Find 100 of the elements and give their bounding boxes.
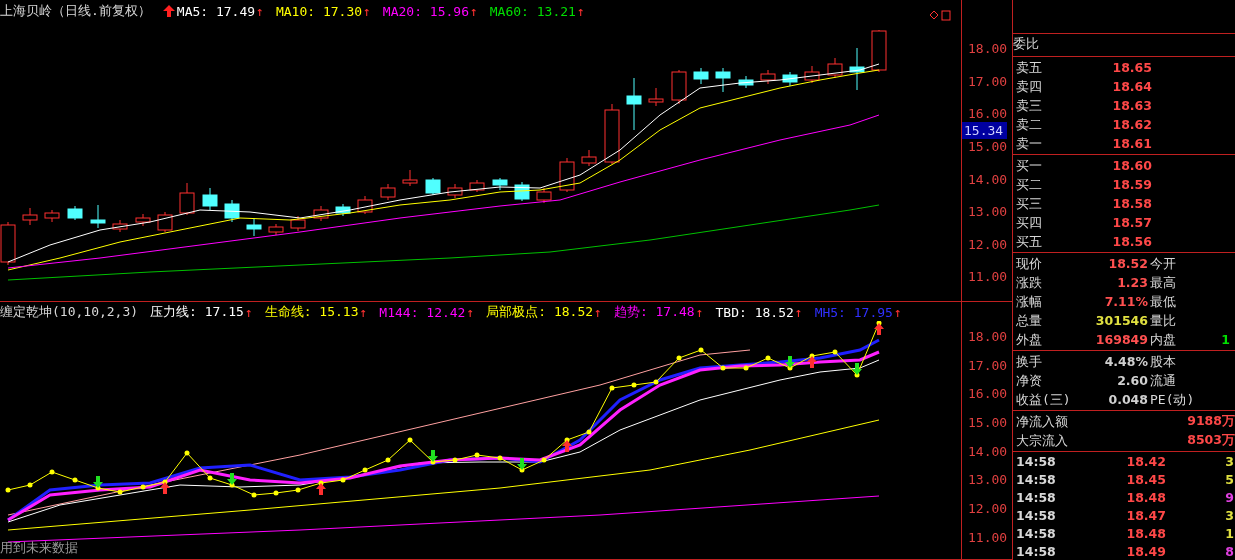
price-axis-label: 16.00	[968, 106, 1008, 122]
ask-price: 18.62	[1111, 117, 1152, 132]
signal-point	[140, 484, 146, 490]
moving-average-value: MA20: 15.96	[382, 3, 469, 19]
stat-value: 2.60	[1116, 373, 1148, 388]
signal-point	[251, 492, 257, 498]
down-arrow-icon	[517, 458, 527, 470]
stat-label: 净资	[1016, 371, 1043, 390]
diamond-icon[interactable]	[929, 10, 939, 20]
candle	[380, 183, 396, 201]
indicator-value: 趋势: 17.48	[613, 303, 695, 321]
price-axis-label: 14.00	[968, 171, 1008, 187]
down-arrow-icon	[852, 363, 862, 375]
candle	[715, 67, 731, 93]
trade-time: 14:58	[1016, 543, 1057, 559]
trade-price: 18.45	[1125, 471, 1166, 487]
signal-point	[117, 489, 123, 495]
indicator-axis-label: 11.00	[968, 529, 1008, 545]
trend-arrow: ↑	[466, 304, 475, 320]
ask-level-label: 卖二	[1016, 115, 1043, 134]
signal-point	[586, 429, 592, 435]
up-arrow-icon	[807, 356, 817, 368]
stat-value: 7.11%	[1103, 294, 1148, 309]
signal-point	[49, 469, 55, 475]
trend-arrow: ↑	[469, 3, 478, 19]
down-arrow-icon	[227, 473, 237, 485]
trade-time: 14:58	[1016, 471, 1057, 487]
indicator-value: 生命线: 15.13	[264, 303, 359, 321]
signal-point	[631, 382, 637, 388]
stat-value: 0.048	[1107, 392, 1148, 407]
candle	[604, 103, 620, 165]
chart-title: 上海贝岭（日线.前复权）	[0, 2, 151, 20]
fund-flow-value: 8503万	[1187, 432, 1235, 449]
candle	[157, 211, 173, 233]
trend-arrow: ↑	[256, 3, 264, 19]
trend-arrow: ↑	[359, 304, 368, 320]
indicator-axis-label: 13.00	[968, 472, 1008, 488]
order-ratio-label: 委比	[1013, 36, 1039, 52]
bid-level-label: 买五	[1016, 232, 1043, 251]
trade-price: 18.48	[1125, 525, 1166, 541]
trend-arrow: ↑	[594, 304, 602, 320]
indicator-value: 压力线: 17.15	[150, 303, 244, 321]
bid-price: 18.60	[1111, 158, 1152, 173]
stat-label: 现价	[1016, 254, 1043, 273]
up-arrow-icon	[162, 5, 175, 17]
bid-price: 18.57	[1111, 215, 1152, 230]
stat-label: 外盘	[1016, 330, 1043, 349]
moving-average-value: MA5: 17.49	[176, 3, 256, 19]
indicator-value: MH5: 17.95	[814, 304, 893, 320]
ask-level-label: 卖一	[1016, 134, 1043, 153]
candle	[559, 157, 575, 193]
candle	[202, 187, 218, 211]
candle	[849, 47, 865, 91]
moving-average-value: MA60: 13.21	[489, 3, 576, 19]
candle	[447, 183, 463, 199]
stat-label: 收益(三)	[1016, 390, 1072, 409]
candle	[760, 69, 776, 85]
down-arrow-icon	[428, 450, 438, 462]
price-axis-label: 13.00	[968, 204, 1008, 220]
candle	[827, 57, 843, 79]
stat-value: 1	[1220, 332, 1230, 347]
candle	[357, 195, 373, 215]
candle	[738, 75, 754, 89]
trend-arrow: ↑	[794, 304, 803, 320]
signal-point	[832, 349, 838, 355]
candle	[514, 181, 530, 202]
square-icon[interactable]	[941, 10, 951, 21]
trade-volume: 8	[1224, 543, 1235, 559]
stat-label: 涨幅	[1016, 292, 1043, 311]
price-axis-label: 18.00	[968, 41, 1008, 56]
trend-arrow: ↑	[695, 304, 704, 320]
candle	[112, 219, 128, 233]
stat-label: 量比	[1150, 311, 1177, 330]
future-data-note: 用到未来数据	[0, 539, 78, 557]
price-axis-label: 17.00	[968, 73, 1008, 89]
down-arrow-icon	[93, 476, 103, 488]
candle	[22, 207, 38, 226]
signal-point	[698, 347, 704, 353]
candle	[871, 29, 887, 73]
trend-arrow: ↑	[893, 304, 902, 320]
indicator-axis-label: 12.00	[968, 501, 1008, 517]
signal-point	[743, 365, 749, 371]
ask-price: 18.61	[1111, 136, 1152, 151]
stat-value: 1.23	[1116, 275, 1148, 290]
indicator-value: TBD: 18.52	[715, 304, 794, 320]
signal-point	[295, 487, 301, 493]
candle	[492, 177, 508, 191]
stat-label: 涨跌	[1016, 273, 1043, 292]
candle	[469, 179, 485, 193]
candle	[402, 169, 418, 187]
trade-volume: 9	[1224, 489, 1235, 505]
candle	[693, 67, 709, 85]
signal-point	[340, 477, 346, 483]
trade-time: 14:58	[1016, 525, 1057, 541]
stat-value: 4.48%	[1103, 354, 1148, 369]
candle	[313, 205, 329, 222]
signal-point	[72, 477, 78, 483]
trade-price: 18.49	[1125, 543, 1166, 559]
candle	[425, 177, 441, 196]
fund-flow-value: 9188万	[1187, 413, 1235, 430]
